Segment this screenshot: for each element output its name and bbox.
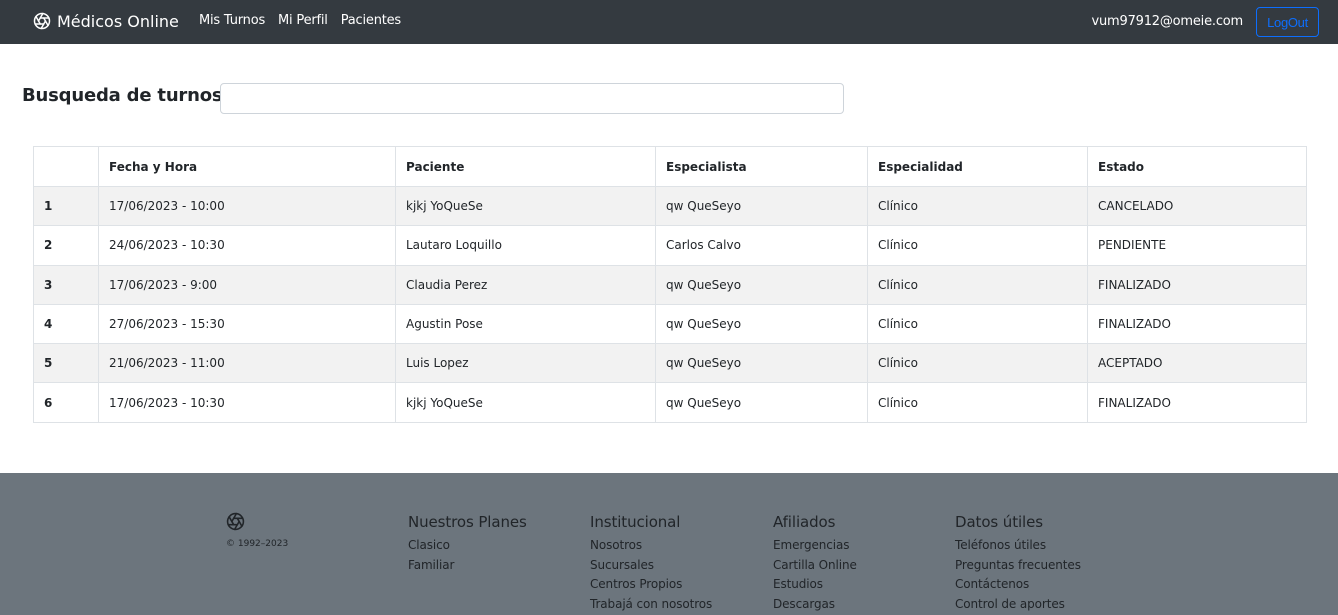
cell-especialidad: Clínico — [867, 303, 1088, 345]
cell-estado: FINALIZADO — [1087, 303, 1307, 345]
footer-column-planes: Nuestros Planes Clasico Familiar — [408, 513, 527, 575]
nav-link-mis-turnos[interactable]: Mis Turnos — [199, 13, 265, 28]
header-index — [33, 146, 99, 187]
table-row[interactable]: 6 17/06/2023 - 10:30 kjkj YoQueSe qw Que… — [33, 382, 1307, 423]
cell-index: 2 — [33, 225, 99, 266]
footer-column-title: Institucional — [590, 513, 681, 531]
brand-name: Médicos Online — [57, 11, 179, 31]
cell-index: 4 — [33, 303, 99, 345]
footer-column-title: Afiliados — [773, 513, 836, 531]
cell-estado: ACEPTADO — [1087, 343, 1307, 384]
cell-especialista: qw QueSeyo — [655, 264, 868, 305]
cell-estado: CANCELADO — [1087, 185, 1307, 227]
footer-link[interactable]: Sucursales — [590, 556, 712, 576]
footer-link[interactable]: Descargas — [773, 595, 857, 615]
copyright: © 1992–2023 — [226, 539, 289, 549]
search-title: Busqueda de turnos — [22, 85, 223, 106]
table-header-row: Fecha y Hora Paciente Especialista Espec… — [33, 146, 1307, 187]
footer-link[interactable]: Nosotros — [590, 536, 712, 556]
brand-link[interactable]: Médicos Online — [33, 9, 179, 33]
footer-link[interactable]: Teléfonos útiles — [955, 536, 1081, 556]
cell-especialista: Carlos Calvo — [655, 225, 868, 266]
footer-link[interactable]: Cartilla Online — [773, 556, 857, 576]
footer-link[interactable]: Clasico — [408, 536, 527, 556]
cell-especialista: qw QueSeyo — [655, 343, 868, 384]
cell-paciente: Claudia Perez — [395, 264, 656, 305]
cell-estado: PENDIENTE — [1087, 225, 1307, 266]
header-paciente: Paciente — [395, 146, 656, 187]
table-row[interactable]: 1 17/06/2023 - 10:00 kjkj YoQueSe qw Que… — [33, 185, 1307, 227]
appointments-table-wrapper: Fecha y Hora Paciente Especialista Espec… — [33, 146, 1307, 423]
nav-links: Mis Turnos Mi Perfil Pacientes — [199, 13, 414, 28]
search-input[interactable] — [220, 83, 844, 114]
cell-especialista: qw QueSeyo — [655, 185, 868, 227]
cell-paciente: kjkj YoQueSe — [395, 185, 656, 227]
cell-paciente: Agustin Pose — [395, 303, 656, 345]
cell-paciente: kjkj YoQueSe — [395, 382, 656, 423]
header-estado: Estado — [1087, 146, 1307, 187]
footer-column-title: Datos útiles — [955, 513, 1043, 531]
table-row[interactable]: 5 21/06/2023 - 11:00 Luis Lopez qw QueSe… — [33, 343, 1307, 384]
aperture-icon — [33, 12, 51, 30]
cell-index: 6 — [33, 382, 99, 423]
cell-estado: FINALIZADO — [1087, 264, 1307, 305]
cell-fecha-hora: 17/06/2023 - 9:00 — [98, 264, 396, 305]
cell-fecha-hora: 27/06/2023 - 15:30 — [98, 303, 396, 345]
cell-paciente: Luis Lopez — [395, 343, 656, 384]
logout-button[interactable]: LogOut — [1256, 7, 1319, 37]
aperture-icon — [226, 512, 245, 531]
footer-column-title: Nuestros Planes — [408, 513, 527, 531]
table-row[interactable]: 3 17/06/2023 - 9:00 Claudia Perez qw Que… — [33, 264, 1307, 305]
cell-especialidad: Clínico — [867, 225, 1088, 266]
cell-especialista: qw QueSeyo — [655, 382, 868, 423]
nav-link-mi-perfil[interactable]: Mi Perfil — [278, 13, 328, 28]
footer-link[interactable]: Preguntas frecuentes — [955, 556, 1081, 576]
footer-link[interactable]: Centros Propios — [590, 575, 712, 595]
appointments-table: Fecha y Hora Paciente Especialista Espec… — [33, 146, 1307, 423]
footer-link[interactable]: Trabajá con nosotros — [590, 595, 712, 615]
footer-link[interactable]: Estudios — [773, 575, 857, 595]
navbar: Médicos Online Mis Turnos Mi Perfil Paci… — [0, 0, 1338, 44]
cell-especialidad: Clínico — [867, 343, 1088, 384]
cell-fecha-hora: 17/06/2023 - 10:30 — [98, 382, 396, 423]
cell-index: 5 — [33, 343, 99, 384]
cell-paciente: Lautaro Loquillo — [395, 225, 656, 266]
cell-estado: FINALIZADO — [1087, 382, 1307, 423]
header-especialidad: Especialidad — [867, 146, 1088, 187]
cell-fecha-hora: 24/06/2023 - 10:30 — [98, 225, 396, 266]
footer-link[interactable]: Emergencias — [773, 536, 857, 556]
cell-fecha-hora: 21/06/2023 - 11:00 — [98, 343, 396, 384]
cell-index: 1 — [33, 185, 99, 227]
footer-link[interactable]: Contáctenos — [955, 575, 1081, 595]
user-email: vum97912@omeie.com — [1091, 14, 1244, 29]
cell-especialidad: Clínico — [867, 264, 1088, 305]
table-row[interactable]: 2 24/06/2023 - 10:30 Lautaro Loquillo Ca… — [33, 225, 1307, 266]
footer-link[interactable]: Control de aportes — [955, 595, 1081, 615]
header-especialista: Especialista — [655, 146, 868, 187]
cell-fecha-hora: 17/06/2023 - 10:00 — [98, 185, 396, 227]
footer-column-datos-utiles: Datos útiles Teléfonos útiles Preguntas … — [955, 513, 1081, 614]
cell-especialista: qw QueSeyo — [655, 303, 868, 345]
nav-link-pacientes[interactable]: Pacientes — [341, 13, 401, 28]
table-row[interactable]: 4 27/06/2023 - 15:30 Agustin Pose qw Que… — [33, 303, 1307, 345]
footer: © 1992–2023 Nuestros Planes Clasico Fami… — [0, 473, 1338, 615]
cell-index: 3 — [33, 264, 99, 305]
footer-column-institucional: Institucional Nosotros Sucursales Centro… — [590, 513, 712, 614]
cell-especialidad: Clínico — [867, 185, 1088, 227]
header-fecha-hora: Fecha y Hora — [98, 146, 396, 187]
cell-especialidad: Clínico — [867, 382, 1088, 423]
footer-column-afiliados: Afiliados Emergencias Cartilla Online Es… — [773, 513, 857, 614]
footer-link[interactable]: Familiar — [408, 556, 527, 576]
